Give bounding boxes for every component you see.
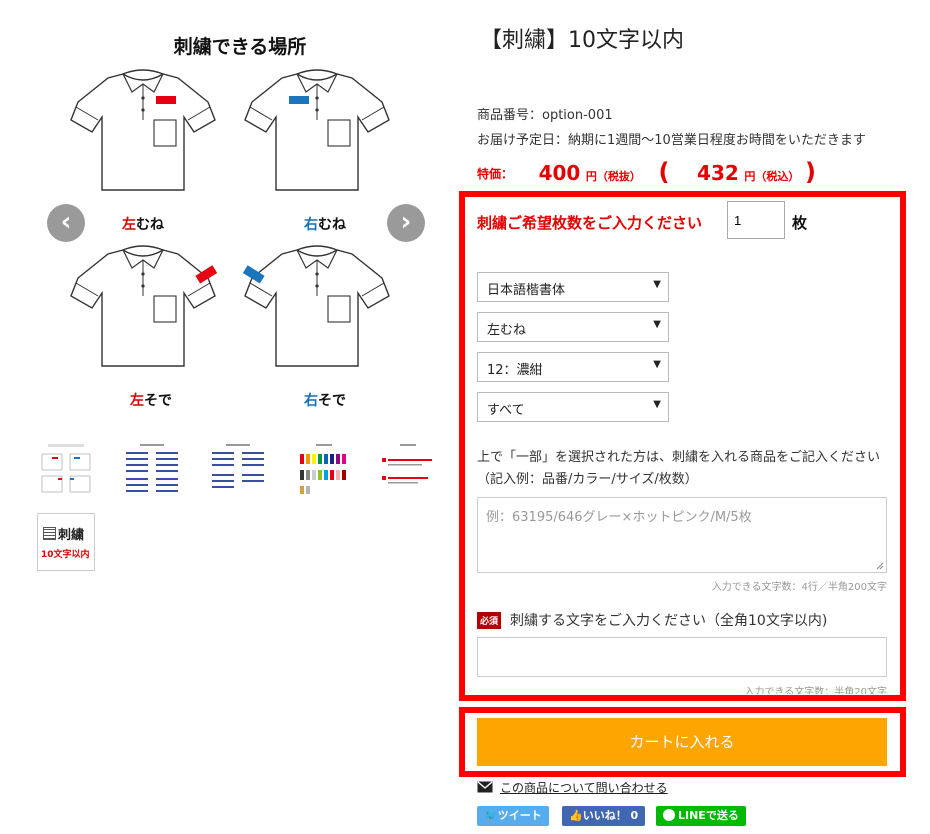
price-excl: 400 xyxy=(538,161,581,185)
thumbnail-3[interactable] xyxy=(208,440,268,500)
shirt-left-sleeve-image[interactable] xyxy=(68,238,218,378)
shirt-right-chest-image[interactable] xyxy=(242,62,392,202)
twitter-icon: 🐦 xyxy=(484,809,498,822)
caption-right-chest: 右むね xyxy=(304,217,346,233)
quantity-unit: 枚 xyxy=(792,214,808,232)
font-select[interactable]: 日本語楷書体 ▼ xyxy=(477,272,669,302)
caption-right-sleeve: 右そで xyxy=(304,393,346,409)
thread-color-select[interactable]: 12：濃紺 ▼ xyxy=(477,352,669,382)
chevron-left-icon[interactable]: ‹ xyxy=(47,204,85,242)
dropdown-arrow-icon: ▼ xyxy=(653,319,661,330)
gallery-title: 刺繍できる場所 xyxy=(173,36,307,58)
partial-note: 上で「一部」を選択された方は、刺繍を入れる商品をご記入ください（記入例：品番/カ… xyxy=(477,450,881,487)
textarea-placeholder: 例：63195/646グレー×ホットピンク/M/5枚 xyxy=(486,510,752,525)
facebook-like-button[interactable]: 👍いいね！ 0 xyxy=(562,806,646,826)
add-to-cart-button[interactable]: カートに入れる xyxy=(477,718,887,766)
badge-label: 刺繍 xyxy=(43,524,84,543)
tweet-button[interactable]: 🐦ツイート xyxy=(477,806,549,826)
product-code: 商品番号：option-001 xyxy=(477,108,613,123)
thumbnail-5[interactable] xyxy=(378,440,438,500)
resize-handle-icon[interactable] xyxy=(876,562,884,570)
embroidery-text-label: 刺繍する文字をご入力ください（全角10文字以内) xyxy=(510,613,828,629)
dropdown-arrow-icon: ▼ xyxy=(653,279,661,290)
scope-select[interactable]: すべて ▼ xyxy=(477,392,669,422)
text-counter: 入力できる文字数：半角20文字 xyxy=(744,687,887,694)
badge-sublabel: 10文字以内 xyxy=(41,550,90,560)
line-icon xyxy=(663,809,675,821)
mail-icon xyxy=(477,781,493,793)
caption-left-chest: 左むね xyxy=(122,217,164,233)
required-badge: 必須 xyxy=(477,612,502,629)
caption-left-sleeve: 左そで xyxy=(130,393,172,409)
chevron-right-icon[interactable]: › xyxy=(387,204,425,242)
price-incl: 432 xyxy=(697,161,739,185)
dropdown-arrow-icon: ▼ xyxy=(653,359,661,370)
price-row: 特価： 400 円（税抜） ( 432 円（税込） ) xyxy=(477,158,816,186)
thumbnail-4[interactable] xyxy=(294,440,354,500)
textarea-counter: 入力できる文字数：4行／半角200文字 xyxy=(711,582,887,593)
shirt-right-sleeve-image[interactable] xyxy=(242,238,392,378)
thumbs-up-icon: 👍 xyxy=(569,809,583,822)
thumbnail-badge[interactable]: 刺繍 10文字以内 xyxy=(37,513,95,571)
thumbnail-2[interactable] xyxy=(122,440,182,500)
line-share-button[interactable]: LINEで送る xyxy=(656,806,746,826)
shirt-left-chest-image[interactable] xyxy=(68,62,218,202)
embroidery-text-input[interactable] xyxy=(477,637,887,677)
product-details-textarea[interactable]: 例：63195/646グレー×ホットピンク/M/5枚 xyxy=(477,497,887,573)
thumbnail-1[interactable] xyxy=(36,440,96,500)
delivery-estimate: お届け予定日：納期に1週間～10営業日程度お時間をいただきます xyxy=(477,133,866,148)
dropdown-arrow-icon: ▼ xyxy=(653,399,661,410)
quantity-label: 刺繍ご希望枚数をご入力ください xyxy=(477,214,703,232)
position-select[interactable]: 左むね ▼ xyxy=(477,312,669,342)
inquiry-link[interactable]: この商品について問い合わせる xyxy=(500,779,668,796)
quantity-input[interactable] xyxy=(727,201,785,239)
stitch-icon xyxy=(43,527,56,540)
product-title: 【刺繍】10文字以内 xyxy=(480,28,684,53)
